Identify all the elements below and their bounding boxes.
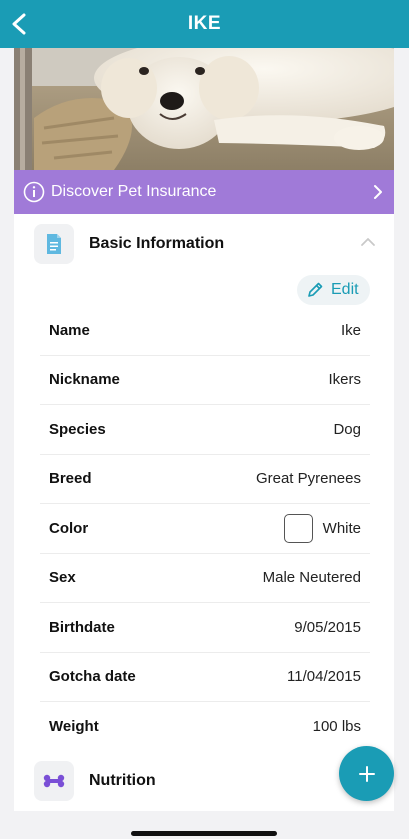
info-row-nickname: Nickname Ikers: [40, 356, 370, 405]
row-value: 11/04/2015: [287, 668, 361, 686]
info-row-gotcha-date: Gotcha date 11/04/2015: [40, 653, 370, 702]
chevron-left-icon[interactable]: [8, 12, 32, 36]
home-indicator: [131, 831, 277, 836]
row-key: Gotcha date: [49, 668, 136, 686]
edit-button[interactable]: Edit: [297, 275, 370, 305]
color-value: White: [322, 519, 361, 537]
row-value: 100 lbs: [312, 718, 361, 736]
basic-information-header[interactable]: Basic Information: [14, 214, 394, 274]
row-key: Weight: [49, 718, 99, 736]
row-key: Sex: [49, 569, 76, 587]
row-value: 9/05/2015: [294, 618, 361, 636]
pet-insurance-banner[interactable]: Discover Pet Insurance: [14, 170, 394, 214]
info-row-breed: Breed Great Pyrenees: [40, 455, 370, 504]
info-row-weight: Weight 100 lbs: [40, 702, 370, 752]
info-row-name: Name Ike: [40, 306, 370, 356]
row-value: Ike: [340, 321, 361, 339]
basic-information-title: Basic Information: [89, 235, 225, 252]
row-key: Nickname: [49, 371, 120, 389]
top-app-bar: IKE: [0, 0, 409, 48]
plus-icon: [358, 765, 375, 782]
basic-information-list: Name Ike Nickname Ikers Species Dog Bree…: [40, 306, 370, 752]
edit-label: Edit: [331, 281, 359, 298]
info-row-birthdate: Birthdate 9/05/2015: [40, 603, 370, 653]
row-key: Birthdate: [49, 618, 115, 636]
info-row-species: Species Dog: [40, 405, 370, 455]
pet-photo: [14, 48, 394, 170]
color-swatch: [283, 513, 313, 543]
pencil-icon: [308, 282, 323, 297]
row-value-color: White: [283, 513, 361, 543]
row-value: Male Neutered: [262, 569, 361, 587]
info-circle-icon: [23, 181, 45, 203]
row-key: Species: [49, 420, 106, 438]
chevron-up-icon[interactable]: [360, 236, 376, 248]
row-value: Dog: [333, 420, 361, 438]
document-icon: [34, 224, 74, 264]
nutrition-title: Nutrition: [89, 772, 156, 789]
row-value: Ikers: [328, 371, 361, 389]
pet-profile-card: Discover Pet Insurance Basic Information…: [14, 48, 394, 811]
info-row-color: Color White: [40, 504, 370, 554]
add-button[interactable]: [339, 746, 394, 801]
row-key: Color: [49, 519, 89, 537]
page-title: IKE: [187, 13, 222, 34]
info-row-sex: Sex Male Neutered: [40, 554, 370, 603]
nutrition-header[interactable]: Nutrition: [14, 751, 394, 811]
chevron-right-icon: [374, 185, 382, 199]
insurance-banner-label: Discover Pet Insurance: [51, 183, 217, 200]
bone-icon: [34, 761, 74, 801]
row-key: Breed: [49, 470, 92, 488]
row-key: Name: [49, 321, 90, 339]
row-value: Great Pyrenees: [255, 470, 361, 488]
